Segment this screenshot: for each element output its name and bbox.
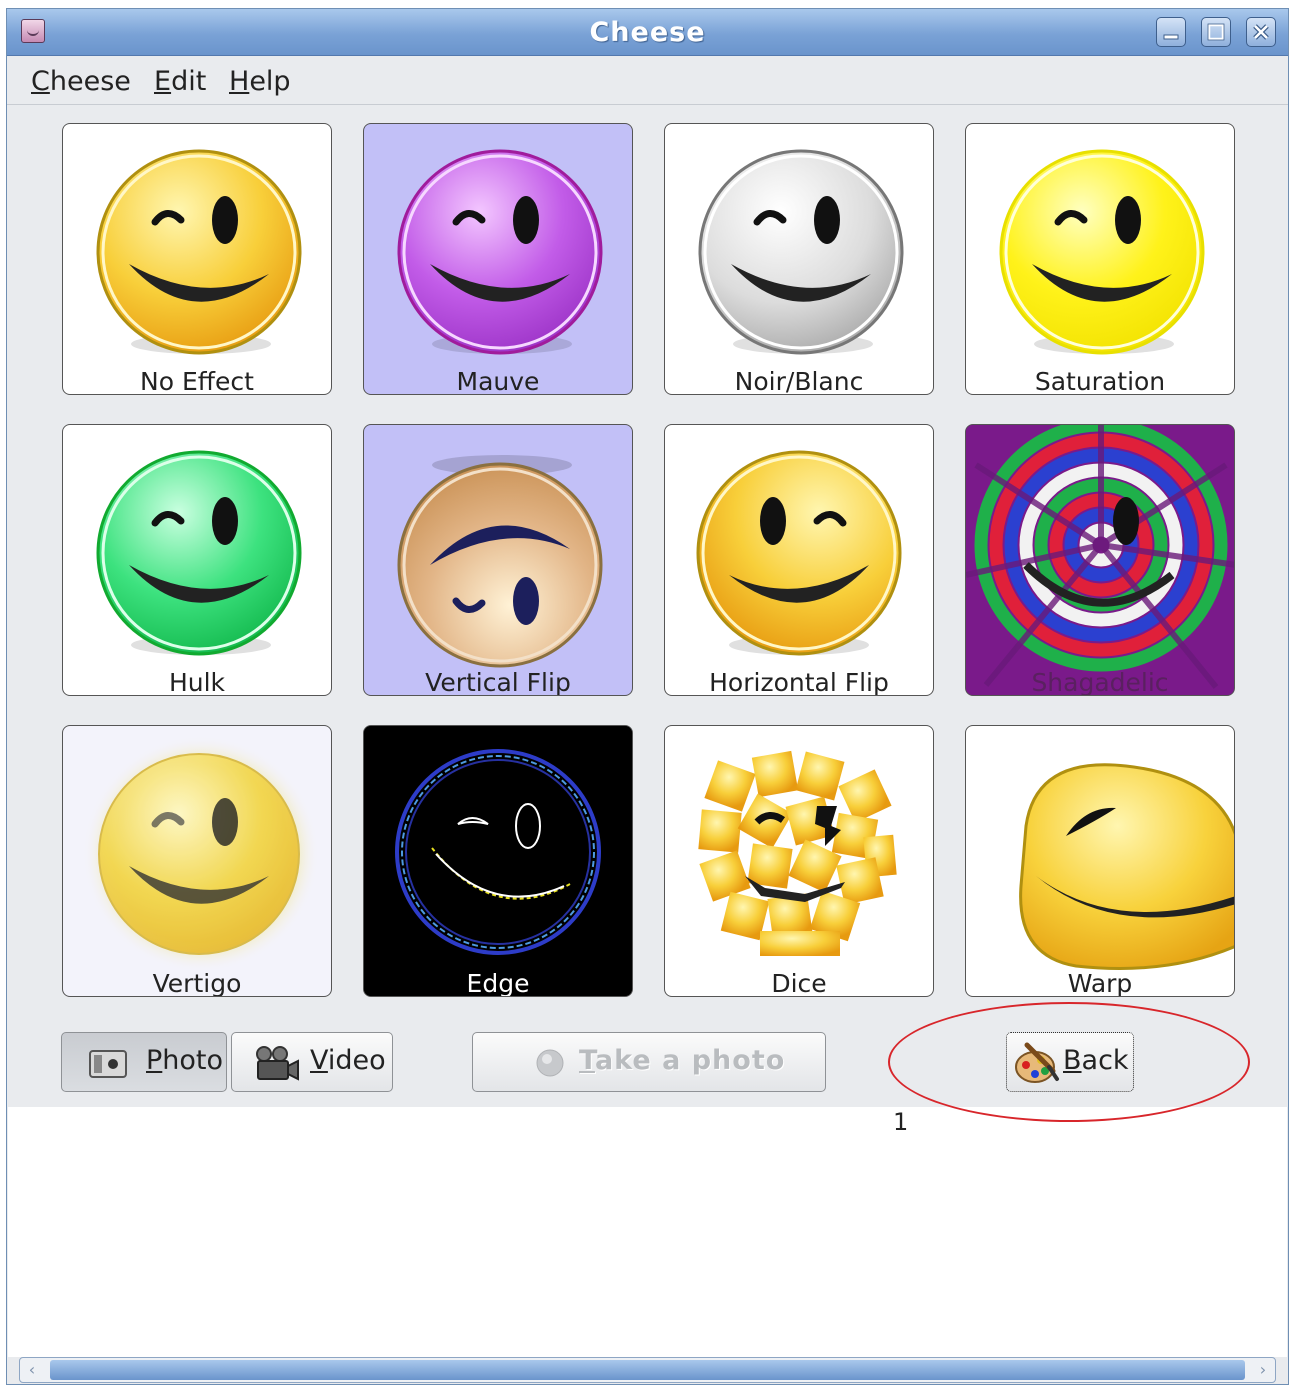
scroll-left-arrow-icon[interactable]: ‹ <box>22 1361 42 1379</box>
psychedelic-spiral-icon <box>966 425 1234 695</box>
close-button[interactable] <box>1246 17 1276 47</box>
effect-edge[interactable]: Edge <box>363 725 633 997</box>
effect-label: Vertigo <box>152 969 242 997</box>
smiley-icon <box>96 149 302 355</box>
effect-label: Edge <box>466 969 530 997</box>
annotation-number: 1 <box>893 1108 909 1136</box>
take-photo-mnemonic: T <box>579 1045 595 1076</box>
minimize-icon <box>1163 34 1179 40</box>
effect-hulk[interactable]: Hulk <box>62 424 332 696</box>
effect-dice[interactable]: Dice <box>664 725 934 997</box>
effect-label: Hulk <box>168 668 226 696</box>
menu-bar: Cheese Edit Help <box>7 56 1288 105</box>
maximize-icon <box>1207 23 1225 41</box>
scroll-right-arrow-icon[interactable]: › <box>1253 1361 1273 1379</box>
effect-label: Horizontal Flip <box>709 668 889 696</box>
mirrored-smiley-icon <box>696 450 902 656</box>
window-title: Cheese <box>589 17 706 48</box>
effect-vertical-flip[interactable]: Vertical Flip <box>363 424 633 696</box>
warped-smiley-icon <box>1019 763 1234 970</box>
effect-no-effect[interactable]: No Effect <box>62 123 332 395</box>
title-bar[interactable]: Cheese <box>7 9 1288 56</box>
effect-horizontal-flip[interactable]: Horizontal Flip <box>664 424 934 696</box>
menu-cheese-label: heese <box>49 66 131 97</box>
edge-outline-smiley-icon <box>364 726 632 996</box>
menu-edit-mnemonic: E <box>154 66 172 97</box>
menu-help-mnemonic: H <box>229 66 250 97</box>
menu-help-label: elp <box>249 66 291 97</box>
video-mnemonic: V <box>310 1045 328 1076</box>
scrollbar-thumb[interactable] <box>50 1360 1245 1380</box>
effect-shagadelic[interactable]: Shagadelic <box>965 424 1235 696</box>
effect-label: Shagadelic <box>1031 668 1169 696</box>
take-photo-button[interactable]: Take a photo <box>472 1032 826 1092</box>
photo-mode-button[interactable]: Photo <box>61 1032 227 1092</box>
annotation-highlight-ellipse <box>888 1002 1250 1122</box>
menu-edit[interactable]: Edit <box>154 66 206 97</box>
effect-vertigo[interactable]: Vertigo <box>62 725 332 997</box>
effect-label: Vertical Flip <box>425 668 571 696</box>
effect-label: Mauve <box>456 367 540 395</box>
effect-label: Saturation <box>1034 367 1166 395</box>
flipped-smiley-icon <box>397 455 603 668</box>
effect-mauve[interactable]: Mauve <box>363 123 633 395</box>
effect-label: Warp <box>1067 969 1133 997</box>
menu-cheese[interactable]: Cheese <box>31 66 131 97</box>
photo-label: hoto <box>162 1045 224 1076</box>
smiley-icon <box>397 149 603 355</box>
cheese-window: Cheese Cheese Edit Help No Effect Mauve … <box>6 8 1289 1385</box>
smiley-icon <box>96 450 302 656</box>
effect-noir-blanc[interactable]: Noir/Blanc <box>664 123 934 395</box>
smiley-icon <box>999 149 1205 355</box>
record-icon <box>536 1049 564 1077</box>
maximize-button[interactable] <box>1201 17 1231 47</box>
video-camera-icon <box>256 1046 299 1081</box>
effect-label: Dice <box>771 969 827 997</box>
horizontal-scrollbar[interactable]: ‹ › <box>19 1357 1276 1383</box>
video-label: ideo <box>327 1045 386 1076</box>
dice-smiley-icon <box>698 750 897 956</box>
effect-label: Noir/Blanc <box>734 367 864 395</box>
effect-label: No Effect <box>140 367 254 395</box>
blurred-smiley-icon <box>83 736 319 972</box>
effect-warp[interactable]: Warp <box>965 725 1235 997</box>
thumbnail-strip[interactable] <box>8 1107 1287 1357</box>
minimize-button[interactable] <box>1156 17 1186 47</box>
video-mode-button[interactable]: Video <box>231 1032 393 1092</box>
close-icon <box>1253 24 1269 40</box>
menu-edit-label: dit <box>171 66 207 97</box>
effect-saturation[interactable]: Saturation <box>965 123 1235 395</box>
smiley-icon <box>698 149 904 355</box>
menu-help[interactable]: Help <box>229 66 291 97</box>
take-photo-label: ake a photo <box>594 1045 786 1076</box>
photo-mnemonic: P <box>146 1045 163 1076</box>
photo-camera-icon <box>89 1050 127 1078</box>
menu-cheese-mnemonic: C <box>31 66 50 97</box>
